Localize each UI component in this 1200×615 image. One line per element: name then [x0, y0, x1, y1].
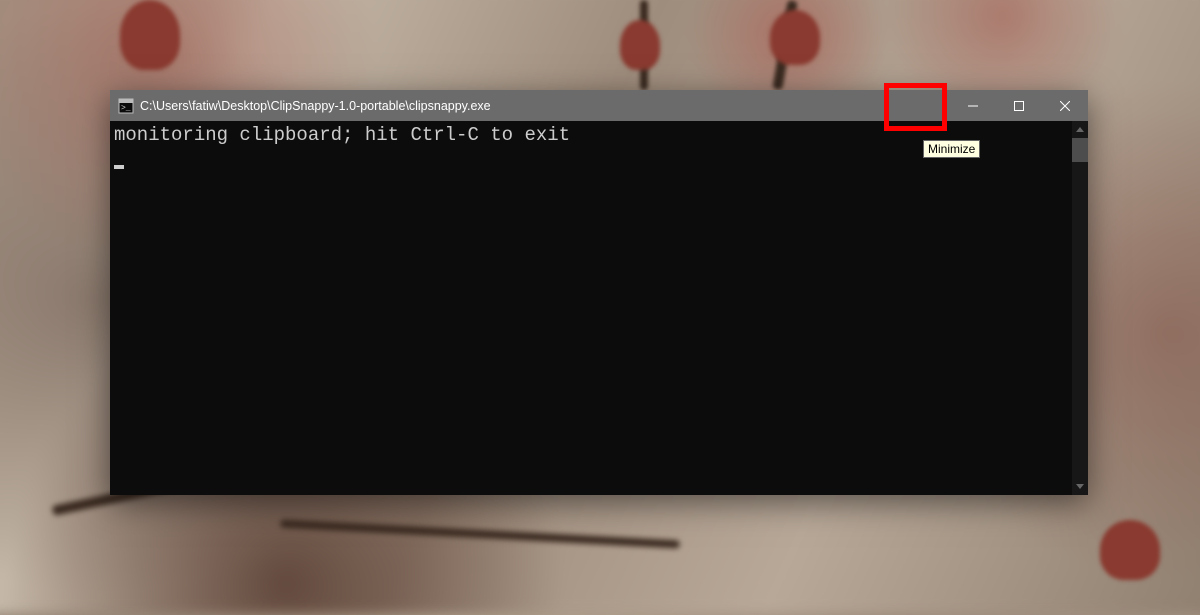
terminal-cursor	[114, 165, 124, 169]
vertical-scrollbar[interactable]	[1072, 121, 1088, 495]
minimize-tooltip: Minimize	[923, 140, 980, 158]
minimize-button[interactable]	[950, 90, 996, 121]
wallpaper-detail	[770, 10, 820, 65]
close-button[interactable]	[1042, 90, 1088, 121]
terminal-output[interactable]: monitoring clipboard; hit Ctrl-C to exit	[110, 121, 1072, 495]
titlebar[interactable]: >_ C:\Users\fatiw\Desktop\ClipSnappy-1.0…	[110, 90, 1088, 121]
scroll-up-arrow[interactable]	[1072, 121, 1088, 138]
wallpaper-detail	[1100, 520, 1160, 580]
svg-text:>_: >_	[121, 104, 131, 113]
terminal-line: monitoring clipboard; hit Ctrl-C to exit	[114, 124, 570, 146]
maximize-button[interactable]	[996, 90, 1042, 121]
wallpaper-detail	[620, 20, 660, 70]
scroll-track[interactable]	[1072, 138, 1088, 478]
scroll-down-arrow[interactable]	[1072, 478, 1088, 495]
wallpaper-detail	[120, 0, 180, 70]
window-title: C:\Users\fatiw\Desktop\ClipSnappy-1.0-po…	[140, 99, 491, 113]
app-icon: >_	[118, 98, 134, 114]
scroll-thumb[interactable]	[1072, 138, 1088, 162]
